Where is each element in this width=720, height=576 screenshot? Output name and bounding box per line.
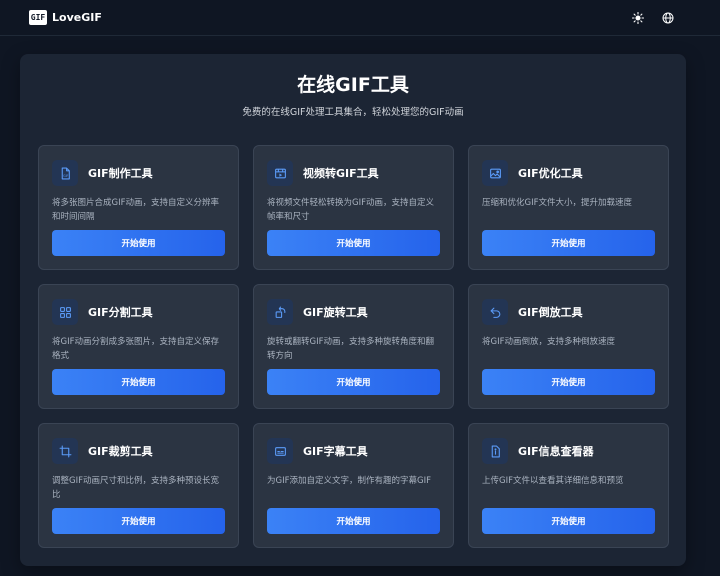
brand-name[interactable]: LoveGIF — [52, 11, 102, 24]
tool-description: 将多张图片合成GIF动画，支持自定义分辨率和时间间隔 — [52, 198, 219, 222]
tool-title: 视频转GIF工具 — [303, 167, 379, 180]
tool-title: GIF优化工具 — [518, 167, 583, 180]
start-button[interactable]: 开始使用 — [267, 369, 440, 395]
tools-panel: 在线GIF工具 免费的在线GIF处理工具集合，轻松处理您的GIF动画 GIF G… — [20, 54, 686, 566]
tool-title: GIF制作工具 — [88, 167, 153, 180]
start-button[interactable]: 开始使用 — [482, 508, 655, 534]
tool-card-gif-maker[interactable]: GIF GIF制作工具 将多张图片合成GIF动画，支持自定义分辨率和时间间隔 开… — [38, 145, 239, 270]
page-subtitle: 免费的在线GIF处理工具集合，轻松处理您的GIF动画 — [242, 107, 464, 118]
tool-title: GIF信息查看器 — [518, 445, 594, 458]
tool-title: GIF旋转工具 — [303, 306, 368, 319]
tool-description: 调整GIF动画尺寸和比例，支持多种预设长宽比 — [52, 476, 219, 500]
rotate-icon — [267, 299, 293, 325]
start-button[interactable]: 开始使用 — [482, 230, 655, 256]
language-button[interactable] — [662, 12, 674, 24]
start-button[interactable]: 开始使用 — [267, 508, 440, 534]
tool-title: GIF字幕工具 — [303, 445, 368, 458]
start-button[interactable]: 开始使用 — [52, 508, 225, 534]
tools-grid: GIF GIF制作工具 将多张图片合成GIF动画，支持自定义分辨率和时间间隔 开… — [38, 145, 669, 548]
start-button[interactable]: 开始使用 — [52, 369, 225, 395]
start-button[interactable]: 开始使用 — [482, 369, 655, 395]
tool-title: GIF裁剪工具 — [88, 445, 153, 458]
tool-description: 将GIF动画倒放，支持多种倒放速度 — [482, 337, 615, 347]
crop-icon — [52, 438, 78, 464]
subtitle-icon — [267, 438, 293, 464]
page-title: 在线GIF工具 — [297, 74, 409, 96]
undo-icon — [482, 299, 508, 325]
info-icon — [482, 438, 508, 464]
tool-description: 将视频文件轻松转换为GIF动画，支持自定义帧率和尺寸 — [267, 198, 434, 222]
tool-title: GIF倒放工具 — [518, 306, 583, 319]
tool-card-gif-crop[interactable]: GIF裁剪工具 调整GIF动画尺寸和比例，支持多种预设长宽比 开始使用 — [38, 423, 239, 548]
sun-icon — [632, 11, 644, 24]
top-navbar: GIF LoveGIF — [0, 0, 720, 36]
file-gif-icon: GIF — [52, 160, 78, 186]
tool-description: 将GIF动画分割成多张图片，支持自定义保存格式 — [52, 337, 219, 361]
image-icon — [482, 160, 508, 186]
tool-card-gif-subtitle[interactable]: GIF字幕工具 为GIF添加自定义文字，制作有趣的字幕GIF 开始使用 — [253, 423, 454, 548]
theme-toggle-button[interactable] — [632, 11, 644, 24]
tool-title: GIF分割工具 — [88, 306, 153, 319]
tool-card-gif-rotate[interactable]: GIF旋转工具 旋转或翻转GIF动画，支持多种旋转角度和翻转方向 开始使用 — [253, 284, 454, 409]
logo-text: GIF — [30, 13, 46, 22]
svg-text:GIF: GIF — [63, 173, 68, 177]
start-button[interactable]: 开始使用 — [52, 230, 225, 256]
tool-card-gif-reverse[interactable]: GIF倒放工具 将GIF动画倒放，支持多种倒放速度 开始使用 — [468, 284, 669, 409]
tool-description: 压缩和优化GIF文件大小，提升加载速度 — [482, 198, 632, 208]
logo-icon[interactable]: GIF — [29, 10, 47, 25]
tool-card-gif-info[interactable]: GIF信息查看器 上传GIF文件以查看其详细信息和预览 开始使用 — [468, 423, 669, 548]
video-icon — [267, 160, 293, 186]
tool-description: 上传GIF文件以查看其详细信息和预览 — [482, 476, 624, 486]
tool-card-video-to-gif[interactable]: 视频转GIF工具 将视频文件轻松转换为GIF动画，支持自定义帧率和尺寸 开始使用 — [253, 145, 454, 270]
start-button[interactable]: 开始使用 — [267, 230, 440, 256]
tool-description: 为GIF添加自定义文字，制作有趣的字幕GIF — [267, 476, 431, 486]
tool-card-gif-optimizer[interactable]: GIF优化工具 压缩和优化GIF文件大小，提升加载速度 开始使用 — [468, 145, 669, 270]
tool-card-gif-split[interactable]: GIF分割工具 将GIF动画分割成多张图片，支持自定义保存格式 开始使用 — [38, 284, 239, 409]
split-icon — [52, 299, 78, 325]
tool-description: 旋转或翻转GIF动画，支持多种旋转角度和翻转方向 — [267, 337, 434, 361]
globe-icon — [662, 12, 674, 23]
